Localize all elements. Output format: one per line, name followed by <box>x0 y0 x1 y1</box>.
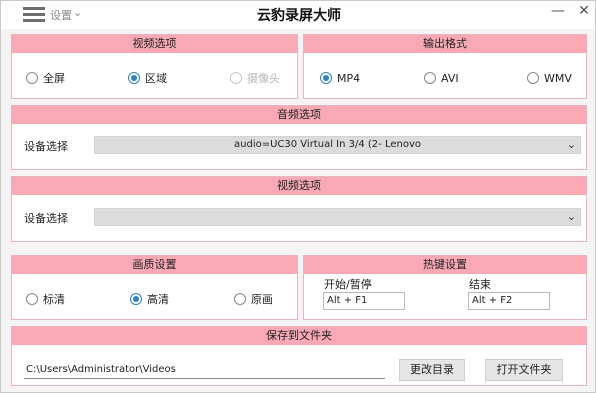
quality-header: 画质设置 <box>12 256 297 274</box>
radio-label: 摄像头 <box>247 72 280 85</box>
output-format-panel: 输出格式 MP4 AVI WMV <box>303 34 587 99</box>
radio-camera: 摄像头 <box>230 70 280 86</box>
radio-mp4[interactable]: MP4 <box>320 70 360 86</box>
chevron-down-icon[interactable]: ⌄ <box>567 210 576 223</box>
radio-fullscreen[interactable]: 全屏 <box>26 70 65 86</box>
audio-device-select[interactable]: audio=UC30 Virtual In 3/4 (2- Lenovo ⌄ <box>94 136 581 154</box>
radio-sd[interactable]: 标清 <box>26 291 65 307</box>
radio-label: WMV <box>544 71 572 85</box>
radio-wmv[interactable]: WMV <box>527 70 572 86</box>
radio-button[interactable] <box>234 293 246 305</box>
video-device-label: 设备选择 <box>24 212 68 225</box>
radio-label: 标清 <box>43 293 65 306</box>
video-device-select[interactable]: ⌄ <box>94 208 581 226</box>
radio-button[interactable] <box>128 72 140 84</box>
radio-avi[interactable]: AVI <box>424 70 459 86</box>
audio-device-label: 设备选择 <box>24 140 68 153</box>
radio-label: 高清 <box>147 293 169 306</box>
hotkeys-panel: 热键设置 开始/暂停 Alt + F1 结束 Alt + F2 <box>303 255 587 320</box>
change-directory-button[interactable]: 更改目录 <box>399 359 465 381</box>
start-pause-hotkey-input[interactable]: Alt + F1 <box>323 292 405 310</box>
radio-button[interactable] <box>130 293 142 305</box>
radio-button[interactable] <box>527 72 539 84</box>
radio-button[interactable] <box>320 72 332 84</box>
radio-label: 全屏 <box>43 72 65 85</box>
radio-label: 区域 <box>145 72 167 85</box>
stop-label: 结束 <box>469 278 491 291</box>
radio-button[interactable] <box>424 72 436 84</box>
open-folder-button[interactable]: 打开文件夹 <box>485 359 563 381</box>
radio-label: AVI <box>441 71 459 85</box>
close-button[interactable]: ✕ <box>575 3 593 19</box>
radio-button <box>230 72 242 84</box>
audio-device-value: audio=UC30 Virtual In 3/4 (2- Lenovo <box>234 139 421 150</box>
radio-original[interactable]: 原画 <box>234 291 273 307</box>
audio-options-header: 音频选项 <box>12 106 586 124</box>
audio-options-panel: 音频选项 设备选择 audio=UC30 Virtual In 3/4 (2- … <box>11 105 587 170</box>
title-bar: 设置 ⌄ 云豹录屏大师 — ✕ <box>1 1 595 29</box>
minimize-button[interactable]: — <box>549 3 567 19</box>
save-path-input[interactable]: C:\Users\Administrator\Videos <box>24 361 385 379</box>
video-options-panel: 视频选项 全屏 区域 摄像头 <box>11 34 298 99</box>
save-folder-header: 保存到文件夹 <box>12 327 586 345</box>
app-window: 设置 ⌄ 云豹录屏大师 — ✕ 视频选项 全屏 区域 摄像头 输出格式 MP4 … <box>0 0 596 393</box>
save-folder-panel: 保存到文件夹 C:\Users\Administrator\Videos 更改目… <box>11 326 587 386</box>
quality-panel: 画质设置 标清 高清 原画 <box>11 255 298 320</box>
radio-button[interactable] <box>26 293 38 305</box>
radio-label: MP4 <box>337 71 361 85</box>
app-title: 云豹录屏大师 <box>257 8 341 24</box>
radio-button[interactable] <box>26 72 38 84</box>
video-device-header: 视频选项 <box>12 177 586 195</box>
chevron-down-icon[interactable]: ⌄ <box>567 138 576 151</box>
radio-hd[interactable]: 高清 <box>130 291 169 307</box>
output-format-header: 输出格式 <box>304 35 586 53</box>
hotkeys-header: 热键设置 <box>304 256 586 274</box>
radio-region[interactable]: 区域 <box>128 70 167 86</box>
start-pause-label: 开始/暂停 <box>324 278 372 291</box>
stop-hotkey-input[interactable]: Alt + F2 <box>468 292 550 310</box>
video-options-header: 视频选项 <box>12 35 297 53</box>
video-device-panel: 视频选项 设备选择 ⌄ <box>11 176 587 242</box>
radio-label: 原画 <box>251 293 273 306</box>
